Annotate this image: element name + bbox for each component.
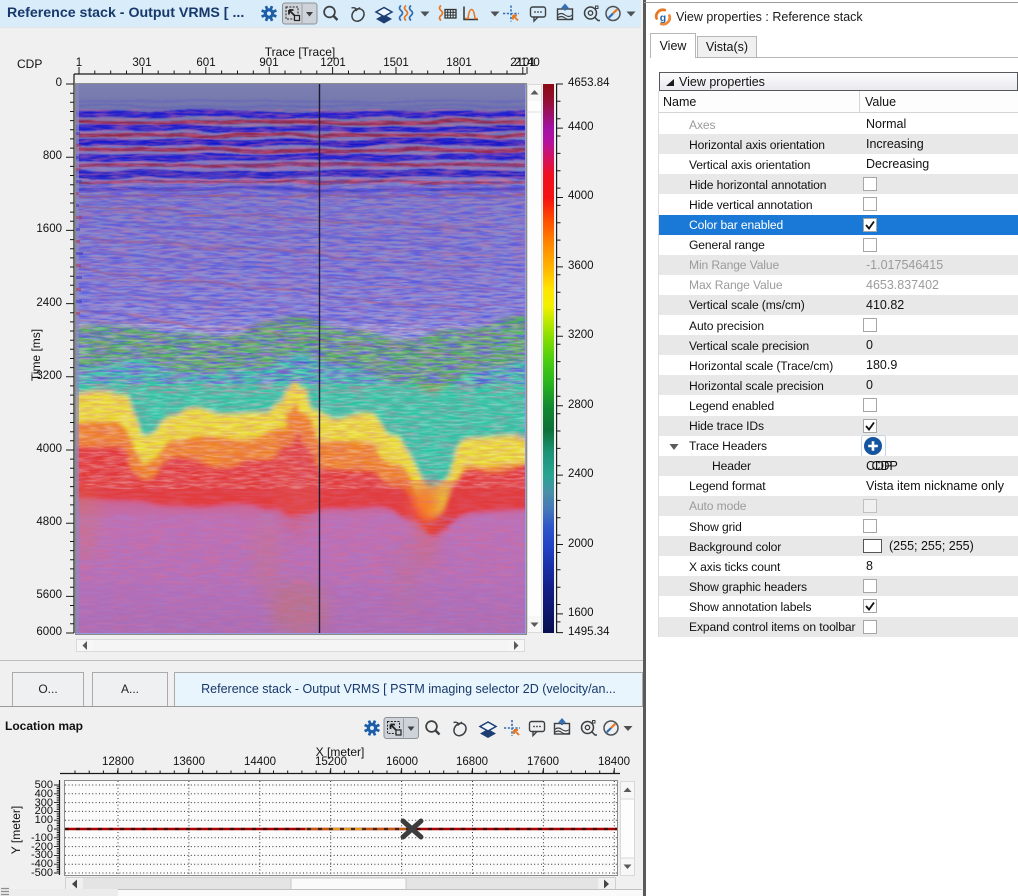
- svg-text:Y [meter]: Y [meter]: [9, 806, 23, 854]
- svg-text:g: g: [660, 12, 666, 24]
